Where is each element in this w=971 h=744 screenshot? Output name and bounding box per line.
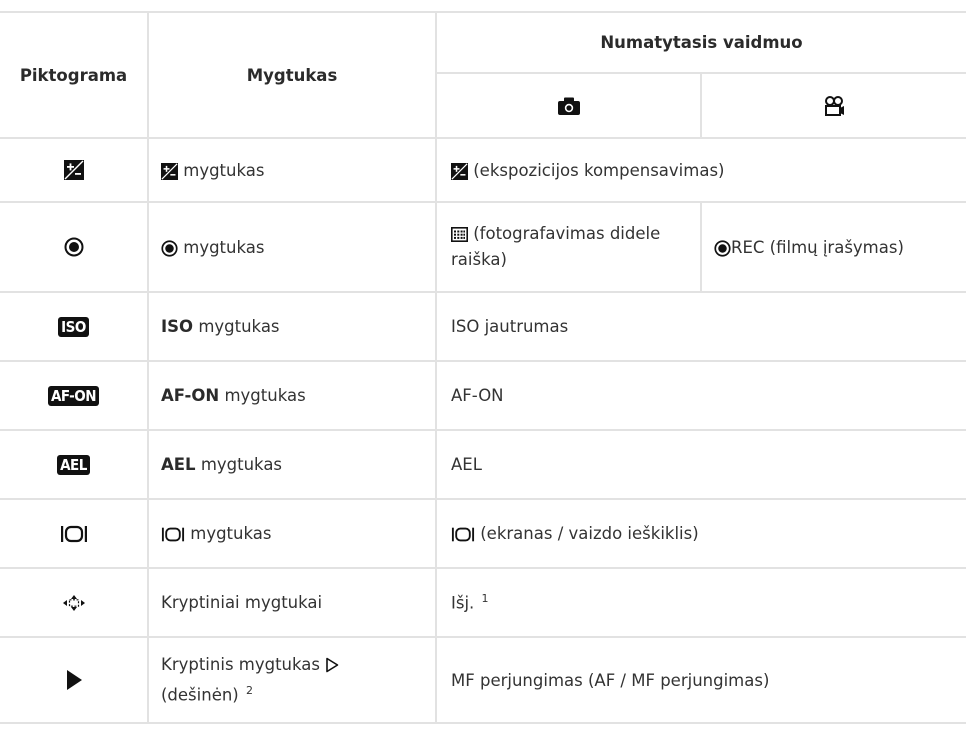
function-text: Išj.: [451, 593, 475, 613]
exposure-comp-icon: [451, 162, 468, 180]
record-icon: [64, 237, 83, 257]
table-row: Kryptiniai mygtukai Išj. 1: [0, 568, 966, 638]
header-photo-mode: [436, 72, 702, 139]
record-icon: [714, 239, 731, 257]
header-icon: Piktograma: [0, 11, 149, 139]
movie-function: REC (filmų įrašymas): [731, 237, 904, 257]
header-button: Mygtukas: [148, 11, 437, 139]
right-arrow-icon: [326, 657, 339, 673]
exposure-comp-icon: [161, 162, 178, 180]
button-label: mygtukas: [198, 317, 280, 336]
header-movie-mode: [701, 72, 966, 139]
button-label: mygtukas: [183, 160, 265, 180]
photo-function-line2: raiška): [451, 250, 507, 269]
table-row: mygtukas (ekspozicijos kompensavimas): [0, 138, 966, 203]
function-text: AF-ON: [436, 361, 966, 431]
button-label: mygtukas: [183, 237, 265, 257]
function-text: ISO jautrumas: [436, 292, 966, 362]
header-default-role: Numatytasis vaidmuo: [436, 11, 966, 74]
arrow-pad-icon: [62, 594, 85, 611]
lcd-evf-icon: [60, 525, 87, 542]
table-row: AEL AEL mygtukas AEL: [0, 430, 966, 500]
function-text: AEL: [436, 430, 966, 500]
button-label-line1: Kryptinis mygtukas: [161, 654, 320, 674]
exposure-comp-icon: [63, 160, 84, 181]
button-bold-label: ISO: [161, 317, 194, 336]
button-bold-label: AEL: [161, 455, 196, 474]
button-label: mygtukas: [190, 524, 272, 543]
button-label: mygtukas: [224, 386, 306, 405]
function-text: (ekspozicijos kompensavimas): [473, 160, 725, 180]
footnote-marker: 2: [246, 683, 253, 697]
photo-function-line1: (fotografavimas didele: [473, 224, 661, 243]
table-row: Kryptinis mygtukas (dešinėn) 2 MF perjun…: [0, 637, 966, 724]
function-text: MF perjungimas (AF / MF perjungimas): [436, 637, 966, 724]
iso-icon: ISO: [58, 316, 89, 337]
high-res-shot-icon: [451, 227, 468, 242]
ael-icon: AEL: [57, 454, 90, 475]
table-row: ISO ISO mygtukas ISO jautrumas: [0, 292, 966, 362]
table-row: AF-ON AF-ON mygtukas AF-ON: [0, 361, 966, 431]
table-row: mygtukas (ekranas / vaizdo ieškiklis): [0, 499, 966, 569]
play-icon: [66, 670, 82, 690]
table-row: mygtukas (fotografavimas didele raiška) …: [0, 202, 966, 293]
movie-camera-icon: [825, 95, 844, 116]
button-label: mygtukas: [200, 455, 283, 474]
function-text: (ekranas / vaizdo ieškiklis): [480, 524, 699, 543]
button-bold-label: AF-ON: [161, 386, 220, 405]
camera-icon: [557, 97, 580, 116]
button-function-table: Piktograma Mygtukas Numatytasis vaidmuo: [0, 11, 966, 724]
af-on-icon: AF-ON: [47, 385, 100, 406]
button-label-line2: (dešinėn): [161, 685, 239, 705]
button-label: Kryptiniai mygtukai: [148, 568, 437, 638]
lcd-evf-icon: [451, 527, 475, 542]
footnote-marker: 1: [481, 592, 489, 606]
record-icon: [161, 239, 178, 257]
lcd-evf-icon: [161, 527, 185, 542]
